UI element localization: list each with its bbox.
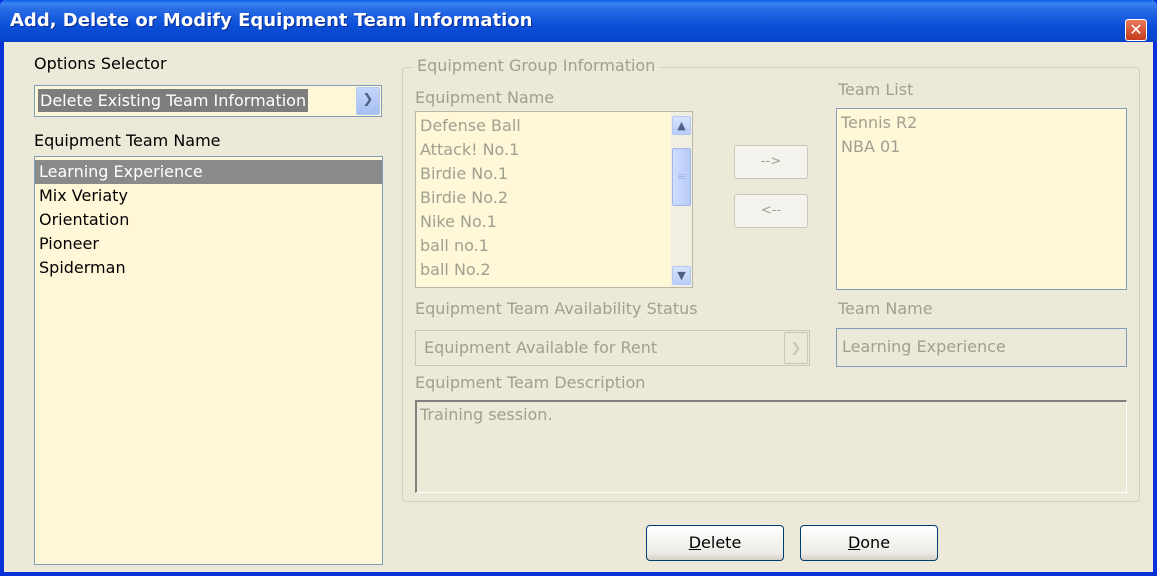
list-item[interactable]: Learning Experience — [35, 160, 382, 184]
team-description-label: Equipment Team Description — [415, 373, 646, 392]
equipment-name-listbox[interactable]: Defense Ball Attack! No.1 Birdie No.1 Bi… — [415, 111, 693, 288]
scroll-up-icon[interactable]: ▲ — [672, 116, 691, 135]
team-description-value: Training session. — [420, 405, 553, 424]
chevron-down-icon[interactable]: ❯ — [784, 332, 808, 364]
list-item[interactable]: Nike No.1 — [416, 210, 692, 234]
team-name-list-label: Equipment Team Name — [34, 131, 221, 150]
equipment-scrollbar[interactable]: ▲ ≡ ▼ — [671, 112, 692, 287]
done-label: one — [860, 533, 891, 552]
list-item[interactable]: Tennis R2 — [837, 111, 1126, 135]
team-name-label: Team Name — [838, 299, 933, 318]
options-selector-dropdown[interactable]: Delete Existing Team Information ❯ — [34, 85, 382, 117]
list-item[interactable]: Mix Veriaty — [35, 184, 382, 208]
list-item[interactable]: Birdie No.1 — [416, 162, 692, 186]
team-name-listbox[interactable]: Learning Experience Mix Veriaty Orientat… — [34, 156, 383, 565]
options-selected-value: Delete Existing Team Information — [38, 89, 309, 112]
list-item[interactable]: ball no.1 — [416, 234, 692, 258]
equipment-name-label: Equipment Name — [415, 88, 555, 107]
availability-status-value: Equipment Available for Rent — [424, 338, 658, 357]
availability-status-dropdown[interactable]: Equipment Available for Rent ❯ — [415, 330, 810, 366]
remove-from-team-button[interactable]: <-- — [734, 194, 808, 228]
title-bar[interactable]: Add, Delete or Modify Equipment Team Inf… — [0, 0, 1157, 42]
window-title: Add, Delete or Modify Equipment Team Inf… — [10, 10, 533, 31]
scroll-thumb[interactable]: ≡ — [672, 148, 691, 206]
list-item[interactable]: Defense Ball — [416, 114, 692, 138]
list-item[interactable]: Orientation — [35, 208, 382, 232]
list-item[interactable]: Pioneer — [35, 232, 382, 256]
team-description-textarea[interactable]: Training session. — [415, 400, 1127, 493]
add-to-team-button[interactable]: --> — [734, 145, 808, 179]
delete-label: elete — [701, 533, 742, 552]
list-item[interactable]: Attack! No.1 — [416, 138, 692, 162]
equipment-group-title: Equipment Group Information — [413, 56, 660, 75]
delete-mnemonic: D — [688, 533, 702, 552]
team-name-value: Learning Experience — [842, 337, 1006, 356]
scroll-down-icon[interactable]: ▼ — [672, 266, 691, 285]
list-item[interactable]: NBA 01 — [837, 135, 1126, 159]
done-mnemonic: D — [847, 533, 861, 552]
team-name-field[interactable]: Learning Experience — [836, 328, 1127, 367]
team-list-listbox[interactable]: Tennis R2 NBA 01 — [836, 108, 1127, 290]
team-list-label: Team List — [838, 80, 914, 99]
list-item[interactable]: ball No.2 — [416, 258, 692, 282]
options-selector-label: Options Selector — [34, 54, 167, 73]
chevron-down-icon[interactable]: ❯ — [356, 87, 380, 115]
list-item[interactable]: Spiderman — [35, 256, 382, 280]
availability-status-label: Equipment Team Availability Status — [415, 299, 698, 318]
close-icon[interactable]: ✕ — [1125, 19, 1147, 41]
list-item[interactable]: Birdie No.2 — [416, 186, 692, 210]
delete-button[interactable]: Delete — [646, 525, 784, 561]
done-button[interactable]: Done — [800, 525, 938, 561]
